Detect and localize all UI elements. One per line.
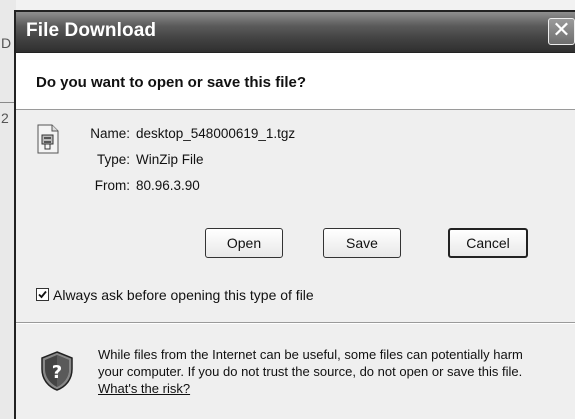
name-label: Name: xyxy=(90,126,130,141)
security-warning: While files from the Internet can be use… xyxy=(98,346,548,397)
file-download-dialog: File Download ✕ Do you want to open or s… xyxy=(14,10,575,419)
type-label: Type: xyxy=(96,152,130,167)
winzip-file-icon xyxy=(37,124,59,154)
svg-text:?: ? xyxy=(52,362,62,383)
always-ask-checkbox[interactable] xyxy=(36,288,49,301)
file-name-value: desktop_548000619_1.tgz xyxy=(136,126,296,141)
header-band: Do you want to open or save this file? xyxy=(16,53,575,110)
title-bar[interactable]: File Download ✕ xyxy=(16,12,575,53)
background-text: D xyxy=(1,35,12,51)
save-button[interactable]: Save xyxy=(323,228,401,258)
close-icon: ✕ xyxy=(552,17,571,42)
open-button[interactable]: Open xyxy=(205,228,283,258)
security-shield-icon: ? xyxy=(41,351,73,391)
checkmark-icon xyxy=(38,290,47,299)
file-type-value: WinZip File xyxy=(136,152,204,167)
warning-text: While files from the Internet can be use… xyxy=(98,347,523,379)
whats-the-risk-link[interactable]: What's the risk? xyxy=(98,381,190,396)
dialog-body: Name: desktop_548000619_1.tgz Type: WinZ… xyxy=(16,110,575,419)
always-ask-label: Always ask before opening this type of f… xyxy=(53,287,314,303)
background-text: 2 xyxy=(1,110,9,126)
from-label: From: xyxy=(94,178,130,193)
cancel-button[interactable]: Cancel xyxy=(448,228,528,258)
dialog-title: File Download xyxy=(26,20,157,41)
file-from-value: 80.96.3.90 xyxy=(136,178,200,193)
close-button[interactable]: ✕ xyxy=(548,18,575,45)
dialog-question: Do you want to open or save this file? xyxy=(36,74,307,91)
section-divider-highlight xyxy=(16,323,575,324)
